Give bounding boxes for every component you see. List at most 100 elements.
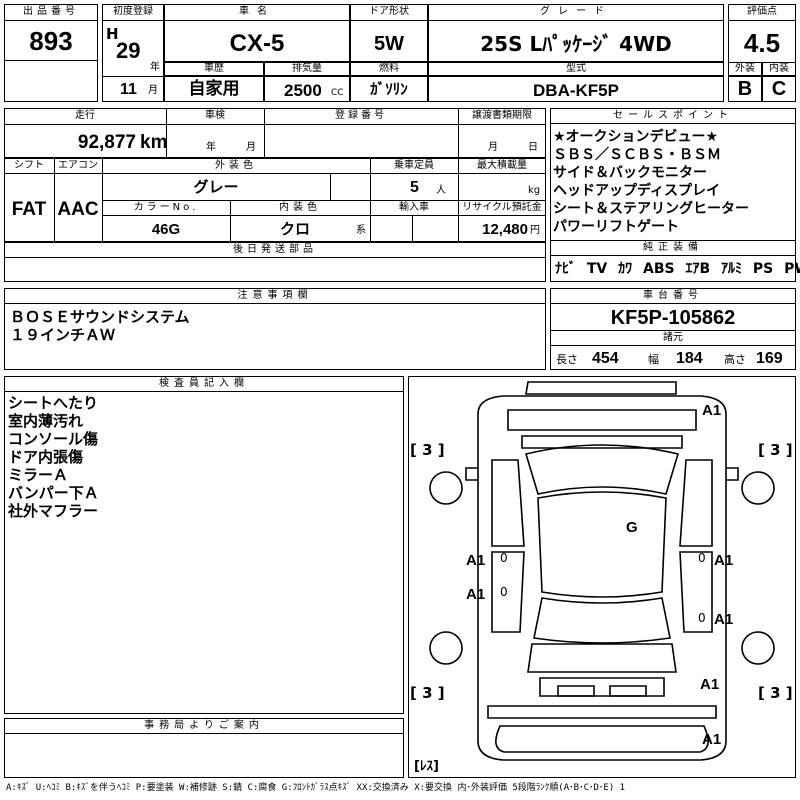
equipment-label: 純正装備 — [643, 242, 703, 253]
interior-color-label: 内装色 — [279, 202, 321, 213]
divider — [330, 174, 331, 200]
equipment-item: TV — [586, 261, 608, 277]
sales-point: パワーリフトゲート — [553, 219, 679, 235]
width: 184 — [676, 350, 703, 367]
color-no-label: カラーNo. — [133, 202, 199, 213]
lot-number-label: 出品番号 — [23, 6, 79, 17]
car-diagram — [429, 381, 775, 765]
interior-grade: C — [771, 78, 787, 100]
transfer-month-unit: 月 — [488, 142, 498, 153]
color-number: 46G — [151, 221, 181, 238]
height: 169 — [756, 350, 783, 367]
later-parts-label: 後日発送部品 — [233, 244, 317, 255]
notice-line: １９インチＡＷ — [10, 326, 116, 344]
year-unit: 年 — [150, 62, 160, 73]
tire-front-left: [ 3 ] — [410, 441, 445, 459]
tire-front-right: [ 3 ] — [758, 441, 793, 459]
capacity-unit: 人 — [436, 185, 446, 196]
transfer-label: 譲渡書類期限 — [472, 110, 532, 121]
fuel-type: ｶﾞｿﾘﾝ — [370, 80, 408, 98]
damage-right-front-door: A1 — [714, 552, 734, 569]
load-label: 最大積載量 — [477, 160, 527, 171]
displacement-label: 排気量 — [292, 63, 322, 74]
tire-rear-right: [ 3 ] — [758, 684, 793, 702]
inspection-label: 車検 — [205, 110, 225, 121]
damage-windshield: G — [626, 519, 638, 536]
grade: 25S Lﾊﾟｯｹｰｼﾞ 4WD — [480, 32, 672, 56]
inspector-note: コンソール傷 — [8, 430, 99, 448]
door-type: 5W — [374, 33, 404, 55]
shift-label: シフト — [14, 160, 44, 171]
equipment-item: ｴｱB — [685, 261, 711, 277]
capacity-label: 乗車定員 — [394, 160, 434, 171]
score-label: 評価点 — [747, 6, 777, 17]
mark-zero: 0 — [698, 611, 706, 625]
notice-line: ＢＯＳＥサウンドシステム — [10, 308, 190, 326]
model-label: 型式 — [566, 63, 586, 74]
exterior-grade: B — [737, 78, 753, 100]
inspector-note: 室内薄汚れ — [8, 412, 84, 430]
displacement-unit: CC — [331, 88, 344, 98]
divider — [412, 216, 413, 242]
legend: A:ｷｽﾞ U:ﾍｺﾐ B:ｷｽﾞを伴うﾍｺﾐ P:要塗装 W:補修跡 S:錆 … — [6, 783, 626, 793]
exterior-label: 外装 — [735, 63, 755, 74]
ac-label: エアコン — [58, 160, 98, 171]
mileage-label: 走行 — [75, 110, 95, 121]
inspector-note: ミラーＡ — [8, 466, 69, 484]
divider — [264, 108, 265, 158]
sales-point: サイド＆バックモニター — [553, 165, 707, 181]
exterior-color: グレー — [193, 178, 239, 196]
model-code: DBA-KF5P — [533, 81, 619, 100]
height-label: 高さ — [724, 353, 746, 366]
air-conditioner: AAC — [57, 199, 99, 220]
interior-color: クロ — [279, 220, 310, 238]
damage-left-rear-door: A1 — [466, 586, 486, 603]
tire-rear-left: [ 3 ] — [410, 684, 445, 702]
evaluation-score: 4.5 — [743, 28, 781, 58]
notice-list: ＢＯＳＥサウンドシステム １９インチＡＷ — [10, 308, 190, 344]
inspector-note: ドア内張傷 — [8, 448, 84, 466]
inspector-note: バンパー下Ａ — [8, 484, 99, 502]
registration-year: 29 — [116, 38, 141, 63]
fuel-label: 燃料 — [379, 63, 399, 74]
sales-point: ヘッドアップディスプレイ — [553, 183, 721, 199]
inspector-label: 検査員記入欄 — [159, 378, 249, 389]
shift: FAT — [11, 199, 47, 220]
inspection-year-unit: 年 — [206, 142, 216, 153]
car-name: CX-5 — [229, 30, 285, 57]
equipment-item: ｱﾙﾐ — [721, 261, 743, 277]
equipment-item: ABS — [643, 261, 675, 277]
sales-point: ★オークションデビュー★ — [553, 129, 719, 145]
sales-points-list: ★オークションデビュー★ ＳＢＳ／ＳＣＢＳ・ＢＳＭ サイド＆バックモニター ヘッ… — [553, 128, 749, 236]
lot-number: 893 — [29, 26, 73, 56]
recycle-deposit: 12,480 — [482, 221, 528, 238]
import-label: 輸入車 — [399, 202, 429, 213]
mileage-unit: km — [140, 132, 168, 153]
interior-color-unit: 系 — [356, 225, 366, 236]
inspector-note: シートへたり — [8, 394, 99, 412]
dimensions-label: 諸元 — [663, 332, 683, 343]
inspector-note: 社外マフラー — [8, 502, 99, 520]
grade-label: グレード — [540, 6, 612, 17]
equipment-item: PW — [784, 261, 800, 277]
length: 454 — [592, 350, 619, 367]
plate-label: 登録番号 — [335, 110, 387, 121]
chassis-number: KF5P-105862 — [610, 307, 736, 329]
displacement: 2500 — [284, 81, 322, 100]
transfer-day-unit: 日 — [528, 142, 538, 153]
equipment-item: PS — [752, 261, 774, 277]
damage-front: A1 — [702, 402, 722, 419]
color-label: 外装色 — [215, 160, 257, 171]
mileage: 92,877 — [77, 132, 136, 153]
width-label: 幅 — [648, 353, 659, 366]
registration-month: 11 — [120, 81, 137, 98]
vehicle-history: 自家用 — [188, 79, 240, 99]
door-label: ドア形状 — [369, 6, 409, 17]
equipment-item: ﾅﾋﾞ — [555, 261, 576, 277]
damage-rear-bumper: A1 — [702, 731, 722, 748]
equipment-item: ｶﾜ — [618, 261, 633, 277]
mark-zero: 0 — [500, 585, 508, 599]
equipment-list: ﾅﾋﾞ TV ｶﾜ ABS ｴｱB ｱﾙﾐ PS PW — [555, 262, 800, 276]
month-unit: 月 — [148, 85, 158, 96]
notice-label: 注意事項欄 — [237, 290, 313, 301]
